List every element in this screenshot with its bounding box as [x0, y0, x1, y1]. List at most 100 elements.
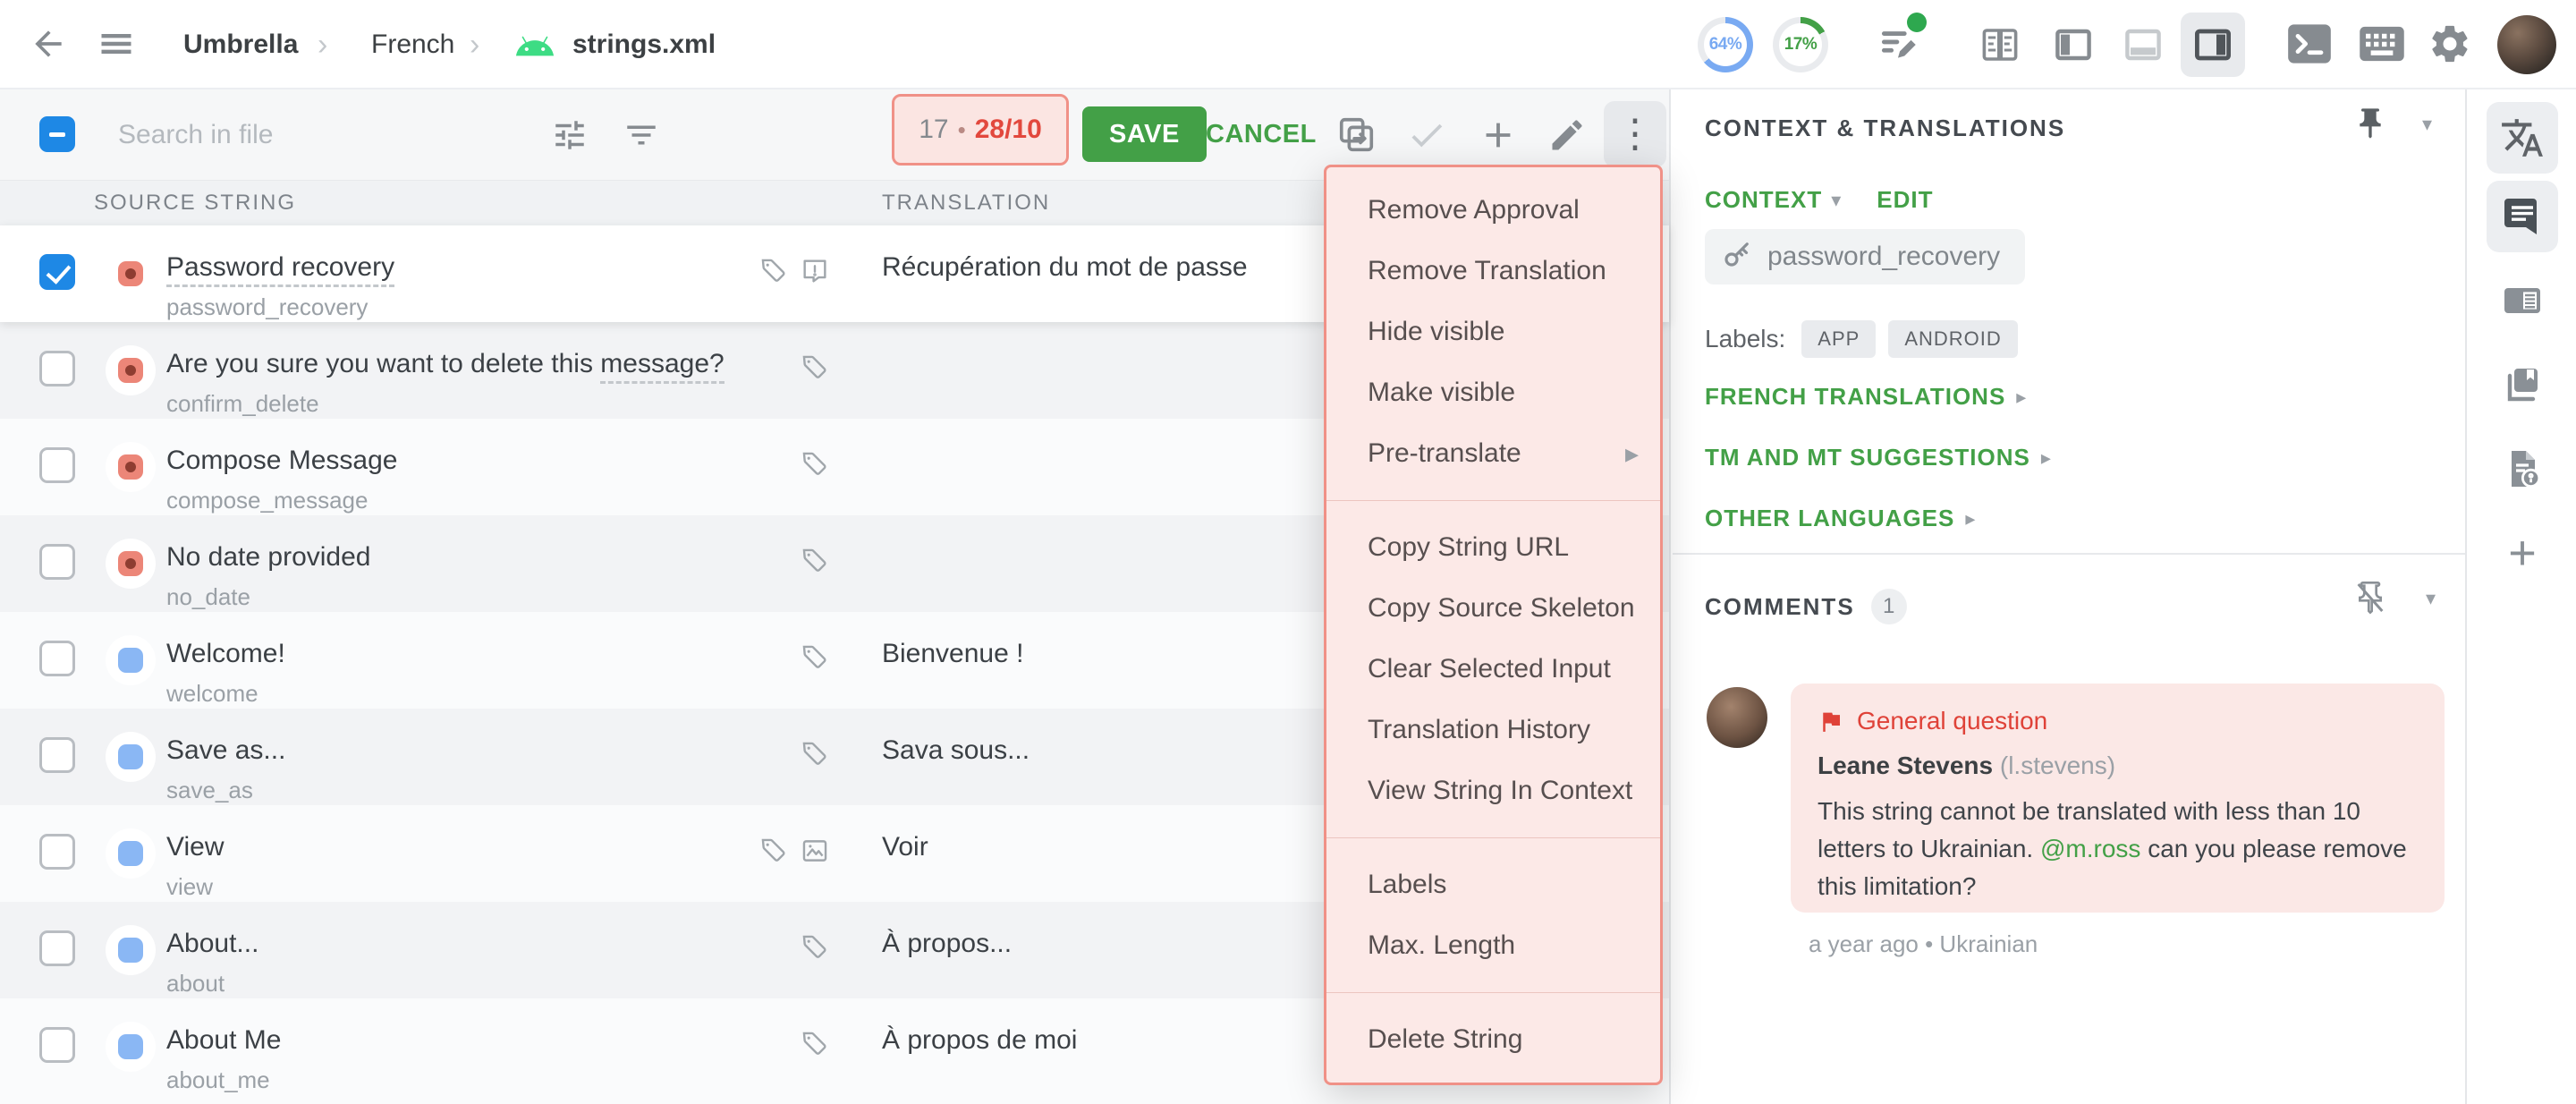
string-key: about_me: [166, 1066, 270, 1094]
request-edits-icon[interactable]: [1877, 21, 1921, 66]
source-string-text: Compose Message: [166, 446, 397, 476]
menu-item[interactable]: Labels: [1326, 854, 1660, 915]
copy-source-icon[interactable]: [1336, 115, 1377, 156]
approve-check-icon[interactable]: [1406, 115, 1447, 156]
layout-left-panel-icon[interactable]: [2041, 13, 2106, 77]
add-panel-icon[interactable]: +: [2487, 517, 2558, 589]
settings-gear-icon[interactable]: [2428, 21, 2472, 66]
top-bar: Umbrella › French › strings.xml 64% 17%: [0, 0, 2576, 89]
row-checkbox[interactable]: [39, 351, 75, 386]
status-icon: [118, 358, 143, 383]
tag-icon: [800, 449, 830, 484]
menu-item[interactable]: Remove Approval: [1326, 180, 1660, 241]
edit-context-link[interactable]: EDIT: [1877, 186, 1933, 214]
layout-bottom-panel-icon[interactable]: [2111, 13, 2175, 77]
layout-right-panel-icon[interactable]: [2181, 13, 2245, 77]
menu-item[interactable]: Clear Selected Input: [1326, 639, 1660, 700]
keyboard-shortcuts-icon[interactable]: [2358, 24, 2406, 64]
save-button[interactable]: SAVE: [1082, 106, 1207, 162]
comment-meta: a year ago • Ukrainian: [1809, 930, 2038, 958]
menu-item[interactable]: Delete String: [1326, 1009, 1660, 1070]
cancel-button[interactable]: CANCEL: [1206, 106, 1317, 162]
select-all-checkbox[interactable]: [39, 116, 75, 152]
screenshot-icon: [800, 836, 830, 870]
search-settings-icon[interactable]: [551, 116, 589, 154]
layout-side-by-side-icon[interactable]: [1968, 13, 2032, 77]
submenu-arrow-icon: ▸: [1625, 438, 1639, 470]
back-icon[interactable]: [29, 24, 68, 64]
menu-item[interactable]: Copy String URL: [1326, 517, 1660, 578]
breadcrumb-file[interactable]: strings.xml: [572, 0, 716, 89]
string-key: no_date: [166, 583, 250, 611]
translations-tab-icon[interactable]: [2487, 102, 2558, 174]
panel-divider: [1673, 553, 2465, 555]
menu-item[interactable]: Remove Translation: [1326, 241, 1660, 301]
edit-pencil-icon[interactable]: [1547, 115, 1587, 155]
tag-icon: [758, 836, 789, 870]
row-checkbox[interactable]: [39, 1027, 75, 1063]
counter-position: 17: [919, 115, 948, 145]
translation-text: Bienvenue !: [882, 639, 1023, 669]
panel-collapse-chevron-icon[interactable]: ▾: [2422, 113, 2432, 136]
menu-item[interactable]: Make visible: [1326, 362, 1660, 423]
translation-memory-tab-icon[interactable]: [2487, 265, 2558, 336]
file-info-tab-icon[interactable]: [2487, 433, 2558, 505]
breadcrumb-language[interactable]: French: [371, 0, 454, 89]
console-icon[interactable]: [2286, 22, 2333, 65]
source-string-text: No date provided: [166, 542, 371, 573]
add-string-icon[interactable]: [1478, 115, 1519, 156]
context-dropdown[interactable]: CONTEXT: [1705, 186, 1822, 214]
translation-text: À propos de moi: [882, 1025, 1077, 1056]
glossary-tab-icon[interactable]: [2487, 349, 2558, 420]
translation-text: Voir: [882, 832, 928, 862]
flag-icon: [1818, 708, 1844, 735]
label-chip: ANDROID: [1888, 320, 2017, 358]
string-key: about: [166, 970, 225, 998]
section-french-translations[interactable]: FRENCH TRANSLATIONS▸: [1705, 383, 2026, 411]
section-other-languages[interactable]: OTHER LANGUAGES▸: [1705, 505, 1975, 532]
menu-item[interactable]: Copy Source Skeleton: [1326, 578, 1660, 639]
menu-item[interactable]: Translation History: [1326, 700, 1660, 760]
menu-item[interactable]: Max. Length: [1326, 915, 1660, 976]
row-checkbox[interactable]: [39, 254, 75, 290]
breadcrumb-separator-2: ›: [470, 0, 479, 89]
section-tm-mt-suggestions[interactable]: TM AND MT SUGGESTIONS▸: [1705, 444, 2051, 471]
string-key: confirm_delete: [166, 390, 319, 418]
tag-icon: [800, 642, 830, 677]
more-actions-kebab-icon[interactable]: ⋮: [1604, 101, 1666, 167]
menu-item[interactable]: Pre-translate ▸: [1326, 423, 1660, 484]
row-checkbox[interactable]: [39, 544, 75, 580]
android-file-icon: [514, 23, 555, 64]
row-checkbox[interactable]: [39, 737, 75, 773]
tag-icon: [758, 256, 789, 291]
row-checkbox[interactable]: [39, 930, 75, 966]
user-mention-link[interactable]: @m.ross: [2040, 835, 2140, 862]
status-icon: [118, 454, 143, 480]
row-checkbox[interactable]: [39, 834, 75, 870]
unpin-comments-icon[interactable]: [2352, 580, 2388, 620]
source-string-header: SOURCE STRING: [94, 181, 296, 225]
row-checkbox[interactable]: [39, 447, 75, 483]
user-avatar[interactable]: [2497, 15, 2556, 74]
breadcrumb-project[interactable]: Umbrella: [183, 0, 298, 89]
menu-item[interactable]: Hide visible: [1326, 301, 1660, 362]
source-string-text: Are you sure you want to delete this mes…: [166, 349, 724, 379]
pin-panel-icon[interactable]: [2352, 106, 2388, 146]
search-input[interactable]: [118, 113, 494, 157]
panel-title: CONTEXT & TRANSLATIONS: [1705, 115, 2065, 142]
string-key: password_recovery: [166, 293, 368, 321]
comments-collapse-chevron-icon[interactable]: ▾: [2426, 587, 2436, 610]
string-key: compose_message: [166, 487, 368, 514]
tag-icon: [800, 352, 830, 387]
hamburger-menu-icon[interactable]: [97, 24, 136, 64]
row-checkbox[interactable]: [39, 641, 75, 676]
tag-icon: [800, 932, 830, 967]
comments-tab-icon[interactable]: [2487, 181, 2558, 252]
status-icon: [118, 1034, 143, 1059]
progress-translated-value: 64%: [1709, 35, 1742, 55]
notification-dot: [1907, 13, 1927, 32]
filter-icon[interactable]: [623, 116, 660, 154]
status-icon: [118, 938, 143, 963]
menu-item[interactable]: View String In Context: [1326, 760, 1660, 821]
chevron-right-icon: ▸: [1965, 507, 1975, 531]
